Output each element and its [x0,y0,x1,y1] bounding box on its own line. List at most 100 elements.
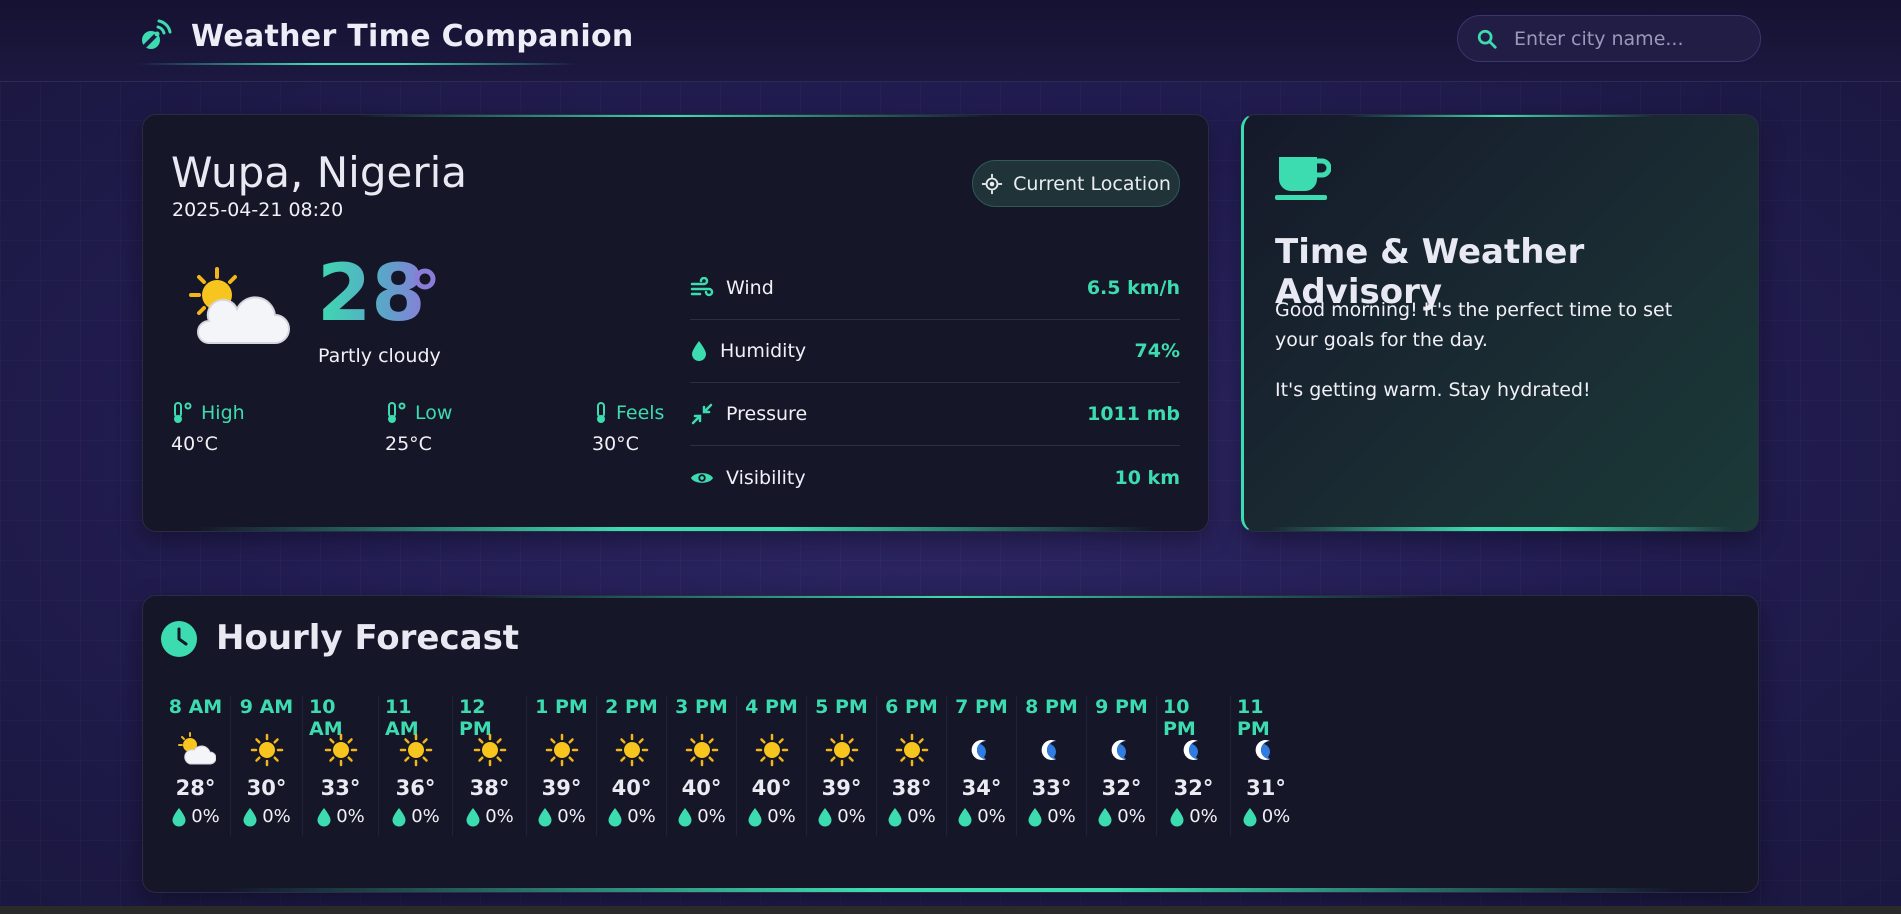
hour-item: 11 AM 36° 0% [379,696,453,836]
hour-item: 11 PM 31° 0% [1231,696,1301,836]
hour-item: 12 PM 38° 0% [453,696,527,836]
precip-value: 0% [907,806,936,827]
high-label: High [201,402,245,424]
sun-icon [682,730,722,770]
precip-value: 0% [191,806,220,827]
precip-value: 0% [767,806,796,827]
droplet-icon [1098,807,1112,826]
hour-item: 9 PM 32° 0% [1087,696,1157,836]
hour-temp: 33° [320,776,361,800]
hour-time: 8 PM [1025,696,1078,718]
hour-time: 4 PM [745,696,798,718]
precip-value: 0% [1261,806,1291,827]
droplet-icon [392,807,406,826]
hour-precip: 0% [465,806,514,827]
hour-temp: 40° [751,776,792,800]
hour-temp: 38° [469,776,510,800]
hour-time: 1 PM [535,696,588,718]
humidity-value: 74% [1134,340,1180,362]
precip-value: 0% [1189,806,1218,827]
droplet-icon [692,341,706,361]
moon-icon [1102,730,1142,770]
pressure-value: 1011 mb [1087,403,1180,425]
hourly-list: 8 AM 28° 0% 9 AM 30° 0% 10 AM 33° 0% 11 AM 36° 0% 12… [161,696,1301,836]
sun-icon [752,730,792,770]
advisory-message: It's getting warm. Stay hydrated! [1275,379,1591,401]
hour-temp: 38° [891,776,932,800]
hour-temp: 30° [246,776,287,800]
droplet-icon [1028,807,1042,826]
sun-icon [612,730,652,770]
wind-value: 6.5 km/h [1086,277,1180,299]
search-box[interactable] [1457,15,1761,62]
sun-icon [470,730,510,770]
hour-precip: 0% [817,806,866,827]
hour-item: 10 AM 33° 0% [303,696,379,836]
bottom-edge [0,906,1901,914]
hour-temp: 36° [395,776,436,800]
hour-temp: 39° [821,776,862,800]
droplet-icon [958,807,972,826]
moon-icon [1032,730,1072,770]
crosshair-icon [982,173,1003,194]
hour-item: 8 AM 28° 0% [161,696,231,836]
precip-value: 0% [1117,806,1146,827]
thermometer-low-icon [388,402,406,423]
hourly-title: Hourly Forecast [216,618,520,658]
thermometer-high-icon [174,402,192,423]
hour-precip: 0% [242,806,291,827]
hour-item: 3 PM 40° 0% [667,696,737,836]
pressure-label: Pressure [726,403,808,425]
precip-value: 0% [262,806,291,827]
feels-value: 30°C [592,433,639,455]
visibility-label: Visibility [726,466,806,489]
weather-details: Wind 6.5 km/h Humidity 74% Pressure 1011… [690,257,1180,509]
hour-precip: 0% [887,806,936,827]
precip-value: 0% [697,806,726,827]
droplet-icon [1170,807,1184,826]
low-temp: Low 25°C [385,401,452,455]
detail-humidity: Humidity 74% [690,320,1180,383]
condition-text: Partly cloudy [318,345,441,367]
hour-item: 6 PM 38° 0% [877,696,947,836]
satellite-dish-icon [142,19,172,49]
city-search-input[interactable] [1514,27,1734,50]
hour-precip: 0% [1097,806,1146,827]
eye-icon [690,472,714,483]
hour-temp: 40° [611,776,652,800]
droplet-icon [818,807,832,826]
droplet-icon [888,807,902,826]
hour-temp: 39° [541,776,582,800]
hour-precip: 0% [747,806,796,827]
droplet-icon [748,807,762,826]
droplet-icon [317,807,331,826]
hour-precip: 0% [391,806,440,827]
detail-wind: Wind 6.5 km/h [690,257,1180,320]
hour-temp: 31° [1246,776,1286,800]
hour-item: 8 PM 33° 0% [1017,696,1087,836]
droplet-icon [538,807,552,826]
title-underline [137,63,577,65]
feels-like-temp: Feels 30°C [592,401,664,455]
hour-item: 2 PM 40° 0% [597,696,667,836]
partly-cloudy-icon [189,267,290,344]
sun-icon [321,730,361,770]
hour-time: 8 AM [168,696,223,718]
coffee-cup-icon [1275,157,1331,200]
compress-icon [691,403,713,425]
sun-icon [247,730,287,770]
droplet-icon [172,807,186,826]
hour-time: 9 AM [239,696,294,718]
precip-value: 0% [411,806,440,827]
advisory-messages: Good morning! It's the perfect time to s… [1275,295,1715,425]
advisory-message: Good morning! It's the perfect time to s… [1275,299,1673,351]
search-icon [1477,29,1497,49]
precip-value: 0% [557,806,586,827]
hour-time: 5 PM [815,696,868,718]
low-value: 25°C [385,433,432,455]
current-location-button[interactable]: Current Location [972,160,1180,207]
hour-temp: 34° [961,776,1002,800]
hour-item: 10 PM 32° 0% [1157,696,1231,836]
hour-temp: 32° [1101,776,1142,800]
current-weather-card: Wupa, Nigeria 2025-04-21 08:20 Current L… [142,114,1209,532]
